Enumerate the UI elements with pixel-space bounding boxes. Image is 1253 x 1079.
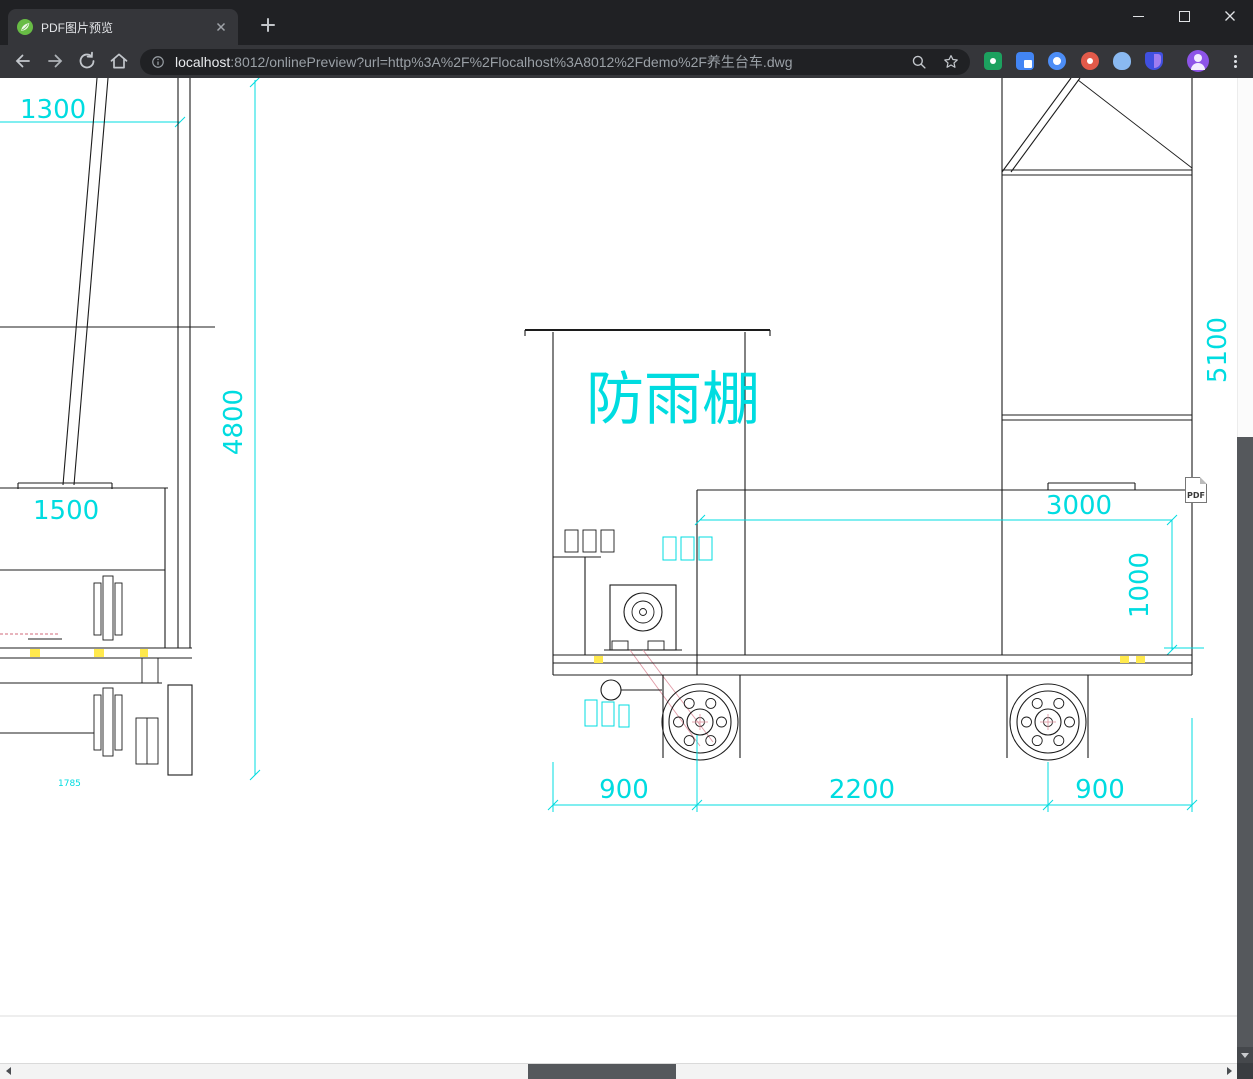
tab-close-icon[interactable]: [213, 19, 229, 35]
window-controls: [1115, 0, 1253, 32]
dim-1000: 1000: [1125, 552, 1155, 618]
extension-glyph: [990, 58, 996, 64]
extension-glyph: [1024, 60, 1032, 68]
extension-icon-5[interactable]: [1113, 52, 1131, 70]
browser-tab[interactable]: PDF图片预览: [8, 9, 238, 45]
maximize-icon: [1178, 10, 1190, 22]
extension-glyph: [1154, 54, 1161, 68]
shed-view: 防雨棚: [524, 329, 771, 747]
extension-icon-6[interactable]: [1145, 52, 1163, 70]
cad-drawing: 1300 4800 1500 1785 防雨棚 5100 3000 1000 9…: [0, 78, 1237, 1017]
browser-window: PDF图片预览 localhost:8012/onlinePreview?url…: [0, 0, 1253, 1079]
dim-900-left: 900: [599, 775, 649, 805]
dim-5100: 5100: [1203, 317, 1233, 383]
close-button[interactable]: [1207, 0, 1253, 32]
left-wheel: [661, 683, 739, 761]
page-info-icon[interactable]: [150, 54, 166, 70]
page-content: 1300 4800 1500 1785 防雨棚 5100 3000 1000 9…: [0, 78, 1237, 1079]
dim-900-right: 900: [1075, 775, 1125, 805]
arrow-down-icon: [1241, 1052, 1249, 1058]
dim-3000: 3000: [1046, 491, 1112, 521]
browser-menu-button[interactable]: [1227, 51, 1243, 71]
right-wheel: [1009, 683, 1087, 761]
extension-icon-3[interactable]: [1048, 52, 1066, 70]
scroll-left-button[interactable]: [0, 1063, 16, 1079]
plus-icon: [267, 18, 269, 32]
zoom-icon[interactable]: [910, 53, 928, 71]
avatar-body: [1191, 63, 1205, 70]
dim-2200: 2200: [829, 775, 895, 805]
bottom-dimensions: 900 2200 900: [547, 718, 1198, 812]
url-path: :8012/onlinePreview?url=http%3A%2F%2Floc…: [230, 54, 793, 70]
reload-button[interactable]: [76, 50, 98, 72]
dim-4800: 4800: [219, 389, 249, 455]
dim-1300: 1300: [20, 95, 86, 125]
dim-1500: 1500: [33, 496, 99, 526]
address-bar[interactable]: localhost:8012/onlinePreview?url=http%3A…: [140, 49, 970, 75]
back-button[interactable]: [12, 50, 34, 72]
right-structure: 5100: [1001, 78, 1233, 655]
close-icon: [1225, 11, 1235, 21]
minimize-button[interactable]: [1115, 0, 1161, 32]
new-tab-button[interactable]: [256, 13, 280, 37]
dim-small: 1785: [58, 779, 81, 789]
horizontal-scrollbar-thumb[interactable]: [528, 1064, 676, 1079]
scroll-right-button[interactable]: [1221, 1063, 1237, 1079]
page-fold: [1200, 477, 1207, 484]
pdf-badge-label: PDF: [1187, 491, 1205, 500]
vertical-scrollbar-thumb[interactable]: [1237, 437, 1253, 1047]
extension-icon-2[interactable]: [1016, 52, 1034, 70]
forward-button[interactable]: [44, 50, 66, 72]
minimize-icon: [1132, 15, 1144, 17]
arrow-right-icon: [1226, 1067, 1232, 1075]
url-text: localhost:8012/onlinePreview?url=http%3A…: [175, 52, 896, 72]
pdf-float-button[interactable]: PDF: [1185, 477, 1207, 503]
bookmark-star-icon[interactable]: [942, 53, 960, 71]
shed-label: 防雨棚: [586, 365, 760, 433]
left-view: 1300 4800 1500 1785: [0, 78, 261, 789]
url-host: localhost: [175, 54, 231, 70]
profile-avatar[interactable]: [1187, 50, 1209, 72]
extension-glyph: [1087, 58, 1093, 64]
tab-title: PDF图片预览: [41, 20, 114, 35]
extension-icon-1[interactable]: [984, 52, 1002, 70]
scrollbar-corner: [1237, 1063, 1253, 1079]
spring-favicon: [17, 19, 33, 35]
arrow-left-icon: [5, 1067, 11, 1075]
extension-icon-4[interactable]: [1081, 52, 1099, 70]
scroll-down-button[interactable]: [1237, 1047, 1253, 1063]
tab-strip: PDF图片预览: [0, 0, 1253, 45]
home-button[interactable]: [108, 50, 130, 72]
maximize-button[interactable]: [1161, 0, 1207, 32]
avatar-head: [1194, 54, 1202, 62]
